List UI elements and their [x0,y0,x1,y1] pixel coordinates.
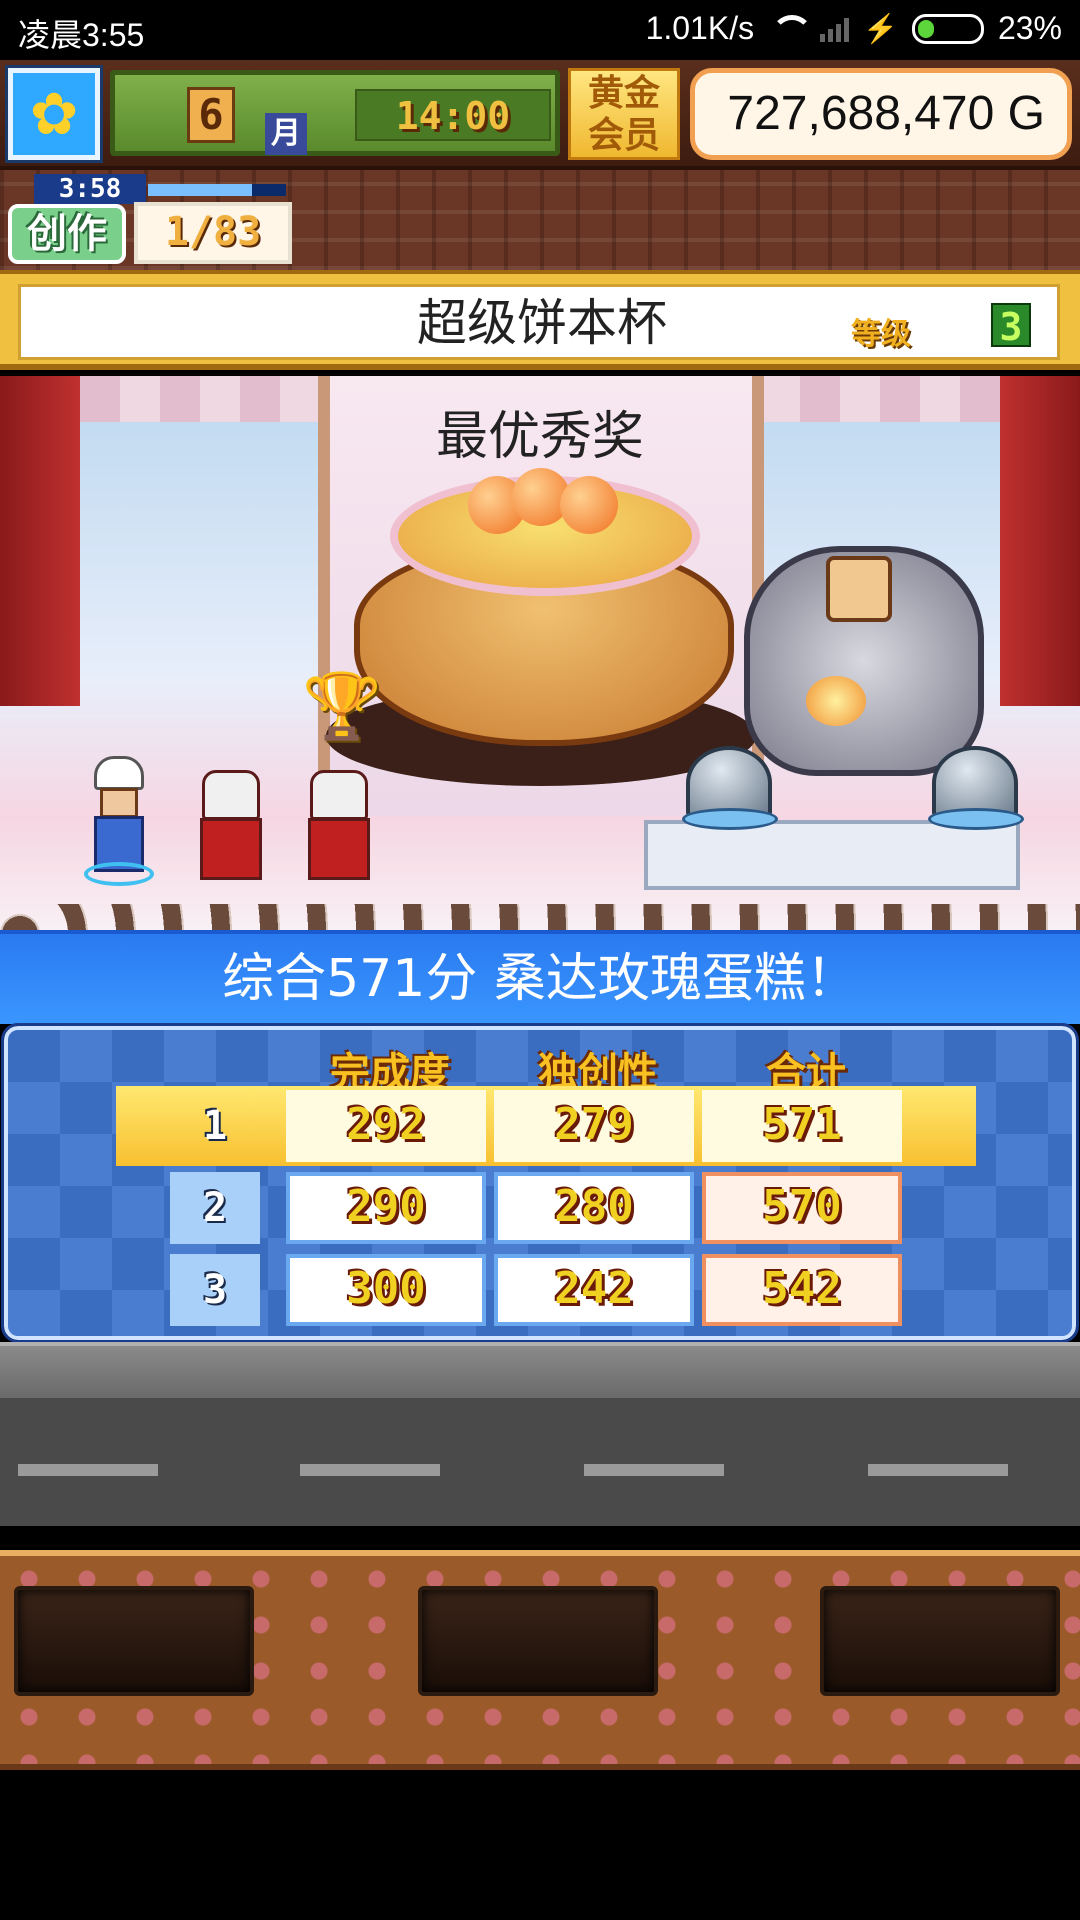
judge-table [644,820,1020,890]
score-originality: 242 [494,1254,694,1326]
clock: 14:00 [355,89,551,141]
menu-button-left[interactable] [14,1586,254,1696]
award-title: 最优秀奖 [435,407,644,467]
battery-percent: 23% [997,10,1062,46]
grade-value: 3 [991,303,1031,349]
create-progress-bar [148,184,286,196]
cloche-plate [928,808,1024,830]
sunflower-icon[interactable]: ✿ [5,65,103,163]
chef-face [100,788,138,818]
network-speed: 1.01K/s [645,10,755,46]
gold-member-badge[interactable]: 黄金会员 [568,68,680,160]
player-chef[interactable] [84,756,154,886]
charging-icon: ⚡ [863,13,898,44]
robot-pilot [826,556,892,622]
assistant-character [196,770,266,888]
lane-marking [584,1464,724,1476]
road [0,1398,1080,1526]
status-right: 1.01K/s ⚡ 23% [646,10,1062,47]
result-text: 综合571分 桑达玫瑰蛋糕！ [222,949,858,1009]
selection-ring [84,862,154,886]
month-label: 月 [265,113,307,155]
create-progress-fill [148,184,252,196]
orange-topping [560,476,618,534]
lane-marking [18,1464,158,1476]
top-hud: ✿ 6 月 14:00 黄金会员 727,688,470 G [0,60,1080,170]
rank-cell: 2 [170,1172,260,1244]
chef-hat [94,756,144,790]
signal-icon [820,16,850,42]
right-curtain [1000,376,1080,706]
left-curtain [0,376,80,706]
score-total: 571 [702,1090,902,1162]
status-time: 凌晨3:55 [18,17,145,53]
lane-marking [300,1464,440,1476]
score-originality: 279 [494,1090,694,1162]
grade-label: 等级 [851,317,911,352]
score-completion: 300 [286,1254,486,1326]
score-total: 570 [702,1172,902,1244]
create-panel[interactable]: 3:58 创作 1/83 [8,174,292,266]
assistant-character [304,770,374,888]
create-timer: 3:58 [34,174,146,204]
status-bar: 凌晨3:55 1.01K/s ⚡ 23% [0,0,1080,60]
month-number: 6 [187,87,235,143]
contest-title-box: 超级饼本杯 等级 3 [18,284,1060,360]
gold-member-label: 黄金会员 [587,73,660,156]
rank-cell: 3 [170,1254,260,1326]
trophy-icon: 🏆 [302,670,382,744]
robot-core [806,676,866,726]
wifi-icon [768,14,814,43]
sidewalk [0,1342,1080,1398]
score-completion: 290 [286,1172,486,1244]
lane-marking [868,1464,1008,1476]
cloche-plate [682,808,778,830]
award-stage: 最优秀奖 🏆 [0,376,1080,930]
audience-crowd [0,904,1080,930]
score-completion: 292 [286,1090,486,1162]
create-count: 1/83 [134,202,292,264]
rank-cell: 1 [202,1103,228,1149]
menu-button-center[interactable] [418,1586,658,1696]
menu-button-right[interactable] [820,1586,1060,1696]
battery-icon [911,13,984,44]
score-originality: 280 [494,1172,694,1244]
bottom-menu [0,1550,1080,1770]
money-display: 727,688,470 G [690,68,1072,160]
score-table: 完成度 独创性 合计 1 292 279 571 2 290 280 570 3… [1,1023,1079,1343]
contest-title-frame: 超级饼本杯 等级 3 [0,270,1080,370]
score-total: 542 [702,1254,902,1326]
create-label: 创作 [8,204,126,264]
result-banner: 综合571分 桑达玫瑰蛋糕！ [0,930,1080,1024]
date-panel: 6 月 14:00 [110,70,560,156]
